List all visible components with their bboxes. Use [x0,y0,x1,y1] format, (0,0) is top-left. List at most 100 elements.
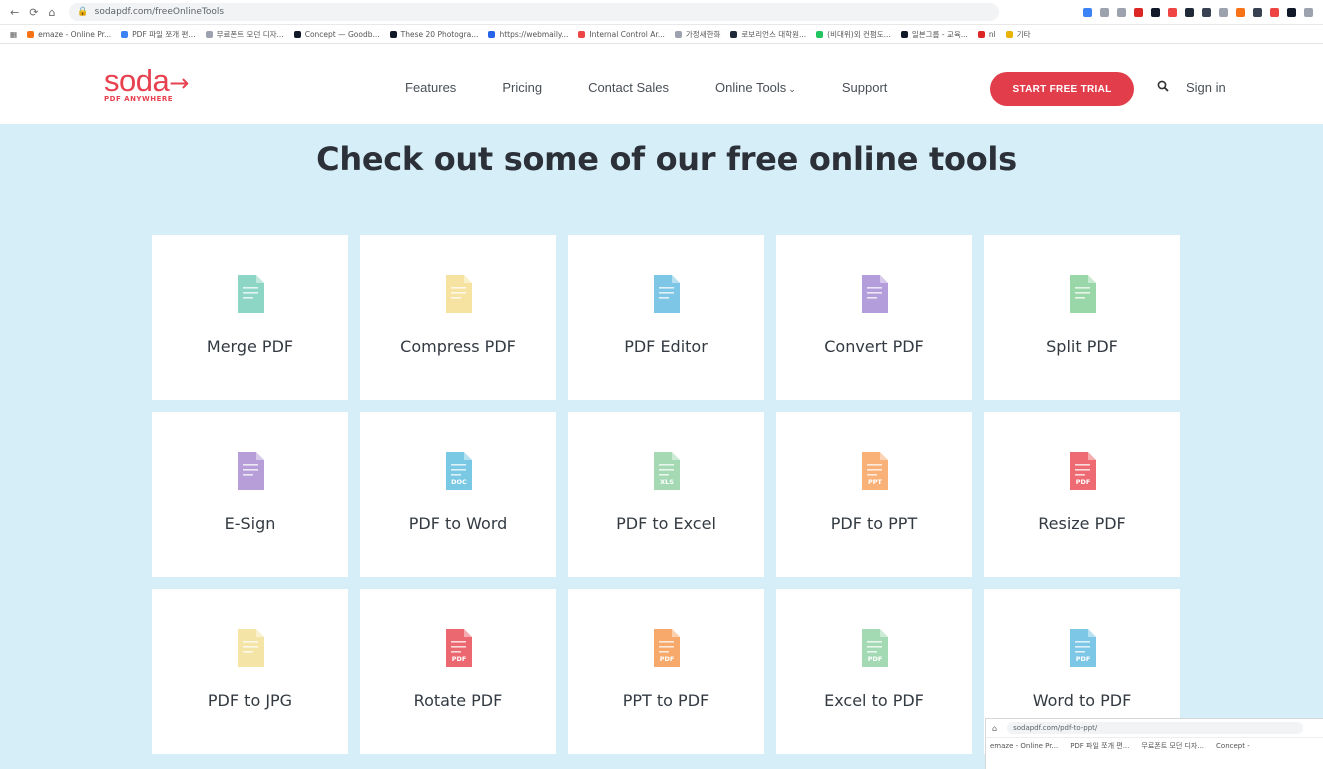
extension-icon[interactable] [1151,7,1160,17]
extension-icon[interactable] [1253,7,1262,17]
tool-card-label: Merge PDF [206,337,294,356]
extension-icon[interactable] [1083,7,1092,17]
file-type-badge: XLS [660,478,674,486]
extension-icon[interactable] [1100,7,1109,17]
bookmark-item[interactable]: emaze - Online Pr... [27,30,111,39]
merge-icon [238,275,264,313]
tool-card[interactable]: PDF Resize PDF [984,412,1180,577]
reload-icon[interactable]: ⟳ [29,6,38,19]
nav-support[interactable]: Support [842,80,888,95]
bookmark-favicon-icon [578,30,586,38]
back-icon[interactable]: ← [10,6,19,19]
bookmark-item[interactable]: nl [977,30,996,39]
home-icon[interactable]: ⌂ [992,724,997,733]
split-icon [1070,275,1096,313]
nav-features[interactable]: Features [405,80,456,95]
bookmark-item[interactable]: These 20 Photogra... [389,30,478,39]
bookmark-favicon-icon [900,30,908,38]
bookmark-favicon-icon [293,30,301,38]
second-window-toolbar: ⌂ sodapdf.com/pdf-to-ppt/ [986,719,1323,737]
tool-card[interactable]: PDF PPT to PDF [568,589,764,754]
soda-logo[interactable]: soda→ PDF ANYWHERE [104,63,189,103]
tool-card-label: E-Sign [224,514,276,533]
extension-icon[interactable] [1219,7,1228,17]
tool-card[interactable]: E-Sign [152,412,348,577]
extension-icon[interactable] [1134,7,1143,17]
search-icon[interactable] [1157,80,1169,92]
bookmark-favicon-icon [674,30,682,38]
bookmark-item[interactable]: 가정새한화 [674,29,720,40]
tool-card[interactable]: Merge PDF [152,235,348,400]
bookmark-item[interactable]: https://webmaily... [488,30,568,39]
address-bar[interactable]: 🔒 sodapdf.com/freeOnlineTools [69,3,1000,21]
extensions-bar [1083,7,1323,17]
tool-card[interactable]: PDF Excel to PDF [776,589,972,754]
second-browser-window[interactable]: ⌂ sodapdf.com/pdf-to-ppt/ emaze - Online… [985,718,1323,769]
bookmark-item[interactable]: 기타 [1005,29,1031,40]
bookmark-label: 일본그룹 - 교육... [911,29,968,39]
tool-card[interactable]: PDF to JPG [152,589,348,754]
tool-card[interactable]: Convert PDF [776,235,972,400]
bookmark-item[interactable]: PDF 파일 쪼개 편... [121,29,196,40]
home-icon[interactable]: ⌂ [48,6,55,19]
nav-online-tools[interactable]: Online Tools ⌄ [715,80,796,95]
extension-icon[interactable] [1270,7,1279,17]
bookmark-label: Concept — Goodb... [304,29,380,39]
bookmark-item[interactable]: Concept — Goodb... [293,29,380,39]
tool-card-label: Excel to PDF [824,691,924,710]
bookmark-item[interactable]: emaze - Online Pr... [990,742,1058,750]
extension-icon[interactable] [1202,7,1211,17]
bookmark-label: Internal Control Ar... [589,29,665,39]
bookmark-item[interactable]: 무료폰트 모던 디자... [1141,741,1204,751]
compress-icon [446,275,472,313]
chevron-down-icon: ⌄ [788,84,796,94]
bookmark-favicon-icon [488,30,496,38]
extension-icon[interactable] [1185,7,1194,17]
file-type-badge: PPT [868,478,883,486]
extension-icon[interactable] [1117,7,1126,17]
tool-card[interactable]: XLS PDF to Excel [568,412,764,577]
tool-card-label: PDF to JPG [207,691,293,710]
nav-pricing[interactable]: Pricing [502,80,542,95]
sign-in-link[interactable]: Sign in [1186,80,1226,95]
bookmark-item[interactable]: 로보리언스 대학원... [730,29,806,40]
extension-icon[interactable] [1287,7,1296,17]
extension-icon[interactable] [1236,7,1245,17]
apps-icon[interactable]: ▦ [10,30,17,39]
tool-card[interactable]: PDF Rotate PDF [360,589,556,754]
tool-card[interactable]: PPT PDF to PPT [776,412,972,577]
convert-icon [862,275,888,313]
resize-icon: PDF [1070,452,1096,490]
tool-card[interactable]: Compress PDF [360,235,556,400]
bookmark-label: https://webmaily... [499,29,569,39]
tools-grid: Merge PDF Compress PDF PDF Editor Convert P… [152,235,1180,754]
bookmark-favicon-icon [977,30,985,38]
extension-icon[interactable] [1168,7,1177,17]
bookmark-item[interactable]: 일본그룹 - 교육... [900,29,968,40]
bookmark-item[interactable]: Concept - [1216,742,1250,750]
tool-card-label: Convert PDF [824,337,924,356]
bookmark-item[interactable]: PDF 파일 쪼개 편... [1070,741,1129,751]
word-to-pdf-icon: PDF [1070,629,1096,667]
tool-card[interactable]: PDF Editor [568,235,764,400]
address-url[interactable]: sodapdf.com/freeOnlineTools [95,7,224,17]
browser-nav: ← ⟳ ⌂ [0,6,55,19]
file-type-badge: PDF [660,655,675,663]
bookmark-item[interactable]: 무료폰트 모던 디자... [205,29,284,40]
word-doc-icon: DOC [446,452,472,490]
tool-card[interactable]: DOC PDF to Word [360,412,556,577]
lock-icon: 🔒 [77,7,89,17]
start-free-trial-button[interactable]: START FREE TRIAL [990,72,1134,106]
bookmark-item[interactable]: Internal Control Ar... [578,29,665,39]
tool-card[interactable]: Split PDF [984,235,1180,400]
second-address-bar[interactable]: sodapdf.com/pdf-to-ppt/ [1007,722,1304,734]
file-type-badge: PDF [452,655,467,663]
nav-contact-sales[interactable]: Contact Sales [588,80,669,95]
logo-wordmark: soda [104,63,170,98]
extension-icon[interactable] [1304,7,1313,17]
nav-online-tools-label: Online Tools [715,80,787,95]
bookmark-item[interactable]: (비대위)외 컨펌도... [816,29,891,40]
tool-card-label: Rotate PDF [413,691,503,710]
file-type-badge: PDF [868,655,883,663]
esign-icon [238,452,264,490]
